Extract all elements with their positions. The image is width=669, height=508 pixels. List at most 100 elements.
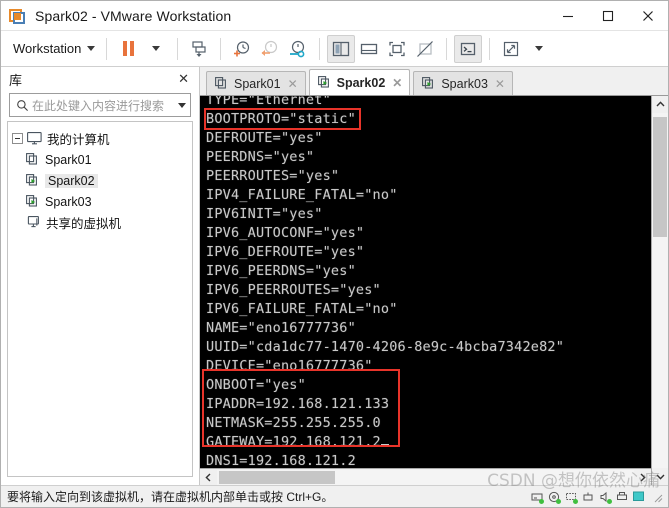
scroll-left-button[interactable] [200,472,217,482]
toolbar-separator [319,37,321,60]
library-panel: 库 ✕ 在此处键入内容进行搜索 我的计算机 Spark01 Spark02 Sp… [1,67,200,485]
terminal-line: TYPE="Ethernet" [206,96,331,108]
vm-running-icon [26,174,40,187]
status-bar: 要将输入定向到该虚拟机，请在虚拟机内部单击或按 Ctrl+G。 [1,485,668,507]
collapse-toggle-icon[interactable] [12,133,23,144]
usb-status-icon[interactable] [581,490,594,503]
snapshot-add-icon [234,40,250,56]
tree-item-spark02[interactable]: Spark02 [12,170,188,191]
network-status-icon[interactable] [564,490,578,504]
printer-status-icon[interactable] [615,490,628,503]
resize-grip[interactable] [651,490,664,503]
chevron-down-icon [535,46,544,51]
tree-item-shared-vms[interactable]: 共享的虚拟机 [12,212,188,233]
terminal-line: PEERDNS="yes" [206,149,315,165]
tab-spark03[interactable]: Spark03 ✕ [413,71,513,95]
chevron-down-icon [152,46,161,51]
maximize-button[interactable] [588,1,628,31]
tab-label: Spark01 [234,76,281,91]
tree-item-my-computer[interactable]: 我的计算机 [12,128,188,149]
display-status-icon[interactable] [632,490,645,503]
minimize-button[interactable] [548,1,588,31]
tree-item-spark01[interactable]: Spark01 [12,149,188,170]
revert-snapshot-button[interactable] [256,35,284,63]
vm-running-icon [26,195,40,208]
toolbar-separator [489,37,491,60]
pause-icon [122,41,134,56]
chevron-down-icon [87,46,96,51]
tab-close-button[interactable]: ✕ [288,77,298,91]
show-console-view-button[interactable] [355,35,383,63]
workstation-menu-button[interactable]: Workstation [7,41,99,56]
vm-tab-strip: Spark01 ✕ Spark02 ✕ Spark03 ✕ [200,67,668,95]
terminal-screen[interactable]: TYPE="Ethernet" BOOTPROTO="static" DEFRO… [200,96,651,468]
close-library-button[interactable]: ✕ [174,71,193,87]
enter-fullscreen-button[interactable] [383,35,411,63]
terminal-line: DEFROUTE="yes" [206,130,323,146]
vertical-scroll-track[interactable] [652,113,668,468]
toolbar-separator [177,37,179,60]
stretch-button[interactable] [497,35,525,63]
cli-button[interactable] [454,34,483,63]
vm-content-area: Spark01 ✕ Spark02 ✕ Spark03 ✕ TYPE="Ethe… [200,67,668,485]
unity-mode-button[interactable] [411,35,439,63]
unity-mode-disabled-icon [417,40,434,57]
terminal-line: BOOTPROTO="static" [206,111,356,127]
shared-vms-icon [27,216,41,229]
terminal-line: IPV6_FAILURE_FATAL="no" [206,301,398,317]
workspace: 库 ✕ 在此处键入内容进行搜索 我的计算机 Spark01 Spark02 Sp… [1,67,668,485]
cd-dvd-status-icon[interactable] [547,490,561,504]
tree-item-label: Spark02 [45,173,98,188]
send-ctrl-alt-del-button[interactable] [185,35,213,63]
vm-running-icon [422,77,436,90]
terminal-line: PEERROUTES="yes" [206,168,340,184]
terminal-line: ONBOOT="yes" [206,377,306,393]
show-library-button[interactable] [327,34,356,63]
terminal-line: DNS1=192.168.121.2 [206,453,356,468]
terminal-line: IPV6INIT="yes" [206,206,323,222]
vertical-scroll-thumb[interactable] [653,117,667,237]
title-bar: Spark02 - VMware Workstation [1,1,668,31]
tab-spark02[interactable]: Spark02 ✕ [308,69,411,95]
tab-close-button[interactable]: ✕ [392,76,402,90]
stretch-dropdown-button[interactable] [525,35,553,63]
pause-button[interactable] [114,35,142,63]
console-view-icon [361,43,378,54]
snapshot-manager-icon [290,40,305,57]
vm-stopped-icon [26,153,40,166]
tab-spark01[interactable]: Spark01 ✕ [206,71,306,95]
library-title: 库 [9,72,23,88]
horizontal-scrollbar[interactable] [200,468,651,485]
take-snapshot-button[interactable] [228,35,256,63]
computer-icon [27,132,42,145]
pause-dropdown-button[interactable] [142,35,170,63]
chevron-down-icon[interactable] [178,102,186,108]
close-button[interactable] [628,1,668,31]
terminal-line: IPV6_DEFROUTE="yes" [206,244,365,260]
vertical-scrollbar[interactable] [651,96,668,485]
snapshot-manager-button[interactable] [284,35,312,63]
scroll-down-button[interactable] [652,468,668,485]
hard-disk-status-icon[interactable] [530,490,544,504]
vmware-workstation-window: Spark02 - VMware Workstation Workstation [0,0,669,508]
tab-close-button[interactable]: ✕ [495,77,505,91]
terminal-line: UUID="cda1dc77-1470-4206-8e9c-4bcba7342e… [206,339,565,355]
horizontal-scroll-track[interactable] [217,469,634,485]
search-input-placeholder[interactable]: 在此处键入内容进行搜索 [32,97,176,114]
terminal-line: IPADDR=192.168.121.133 [206,396,390,412]
window-title: Spark02 - VMware Workstation [35,7,232,24]
window-controls [548,1,668,31]
scroll-right-button[interactable] [634,472,651,482]
terminal-line-text: GATEWAY=192.168.121.2 [206,434,381,450]
horizontal-scroll-thumb[interactable] [219,470,335,484]
scroll-up-button[interactable] [652,96,668,113]
vmware-logo-icon [9,7,27,25]
toolbar-separator [446,37,448,60]
library-search-box[interactable]: 在此处键入内容进行搜索 [9,93,191,117]
terminal-line: IPV6_PEERDNS="yes" [206,263,356,279]
sound-status-icon[interactable] [598,490,612,504]
fullscreen-icon [389,41,406,56]
tree-item-spark03[interactable]: Spark03 [12,191,188,212]
toolbar-separator [220,37,222,60]
expand-arrows-icon [504,41,519,56]
